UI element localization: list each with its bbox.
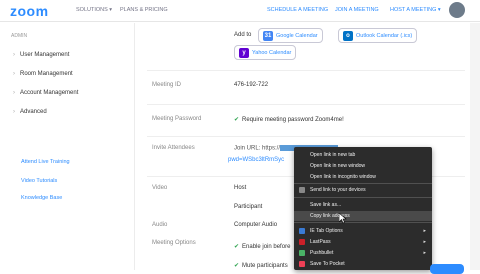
menu-copy-link-address[interactable]: Copy link address: [294, 211, 432, 221]
outlook-calendar-button[interactable]: o Outlook Calendar (.ics): [338, 28, 418, 43]
sidebar-section-admin: ADMIN: [11, 33, 28, 39]
menu-pushbullet[interactable]: Pushbullet ▸: [294, 248, 432, 258]
menu-open-incognito[interactable]: Open link in incognito window: [294, 172, 432, 182]
menu-separator: [294, 222, 432, 223]
devices-icon: [299, 187, 305, 193]
sidebar-item-advanced[interactable]: › Advanced: [13, 109, 47, 115]
context-menu: Open link in new tab Open link in new wi…: [294, 147, 432, 270]
menu-open-new-window[interactable]: Open link in new window: [294, 161, 432, 171]
top-navigation-bar: zoom SOLUTIONS ▾ PLANS & PRICING SCHEDUL…: [0, 0, 480, 22]
mouse-cursor-icon: [339, 213, 347, 224]
chevron-right-icon: ›: [13, 109, 15, 115]
yahoo-calendar-button[interactable]: y Yahoo Calendar: [234, 45, 297, 60]
row-divider: [147, 70, 465, 71]
chevron-right-icon: ›: [13, 52, 15, 58]
outlook-icon: o: [343, 30, 353, 41]
avatar[interactable]: [449, 2, 465, 18]
pushbullet-icon: [299, 250, 305, 256]
video-participant: Participant: [234, 204, 263, 210]
video-label: Video: [152, 185, 168, 191]
option-mute-participants: ✔ Mute participants: [234, 263, 288, 269]
checkmark-icon: ✔: [234, 117, 240, 123]
link-video-tutorials[interactable]: Video Tutorials: [21, 178, 57, 184]
meeting-password-value: ✔ Require meeting password Zoom4me!: [234, 117, 344, 123]
chevron-right-icon: ›: [13, 71, 15, 77]
nav-plans-pricing[interactable]: PLANS & PRICING: [120, 7, 168, 13]
nav-solutions[interactable]: SOLUTIONS ▾: [76, 7, 112, 13]
nav-host-meeting[interactable]: HOST A MEETING ▾: [390, 7, 441, 13]
menu-separator: [294, 183, 432, 184]
option-join-before-host: ✔ Enable join before: [234, 244, 291, 250]
chevron-right-icon: ▸: [423, 228, 426, 234]
meeting-id-label: Meeting ID: [152, 82, 182, 88]
ie-tab-icon: [299, 228, 305, 234]
row-divider: [147, 104, 465, 105]
invite-attendees-label: Invite Attendees: [152, 145, 195, 151]
google-calendar-button[interactable]: 31 Google Calendar: [258, 28, 323, 43]
menu-ie-tab-options[interactable]: IE Tab Options ▸: [294, 226, 432, 236]
scrollbar[interactable]: [470, 23, 480, 270]
sidebar-item-account-management[interactable]: › Account Management: [13, 90, 78, 96]
meeting-password-label: Meeting Password: [152, 116, 202, 122]
zoom-logo[interactable]: zoom: [10, 3, 49, 19]
menu-separator: [294, 197, 432, 198]
link-knowledge-base[interactable]: Knowledge Base: [21, 195, 62, 201]
row-divider: [147, 136, 465, 137]
sidebar-item-user-management[interactable]: › User Management: [13, 52, 69, 58]
audio-value: Computer Audio: [234, 222, 278, 228]
meeting-id-value: 476-192-722: [234, 82, 269, 88]
chevron-right-icon: ▸: [423, 250, 426, 256]
google-calendar-icon: 31: [263, 30, 273, 41]
video-host: Host: [234, 185, 247, 191]
menu-send-to-devices[interactable]: Send link to your devices: [294, 185, 432, 195]
chevron-right-icon: ›: [13, 90, 15, 96]
link-attend-live-training[interactable]: Attend Live Training: [21, 159, 70, 165]
nav-schedule-meeting[interactable]: SCHEDULE A MEETING: [267, 7, 328, 13]
add-to-label: Add to: [234, 32, 252, 38]
partial-action-button[interactable]: [430, 264, 464, 274]
lastpass-icon: [299, 239, 305, 245]
join-url-line2[interactable]: pwd=WSbc3ltRmSyc: [228, 157, 284, 163]
sidebar: ADMIN › User Management › Room Management …: [0, 23, 135, 270]
menu-save-to-pocket[interactable]: Save To Pocket: [294, 259, 432, 269]
menu-save-link-as[interactable]: Save link as...: [294, 200, 432, 210]
nav-join-meeting[interactable]: JOIN A MEETING: [335, 7, 379, 13]
yahoo-icon: y: [239, 47, 249, 58]
menu-lastpass[interactable]: LastPass ▸: [294, 237, 432, 247]
pocket-icon: [299, 261, 305, 267]
checkmark-icon: ✔: [234, 263, 240, 269]
sidebar-item-room-management[interactable]: › Room Management: [13, 71, 73, 77]
meeting-options-label: Meeting Options: [152, 240, 196, 246]
chevron-right-icon: ▸: [423, 239, 426, 245]
audio-label: Audio: [152, 222, 168, 228]
menu-open-new-tab[interactable]: Open link in new tab: [294, 150, 432, 160]
checkmark-icon: ✔: [234, 244, 240, 250]
